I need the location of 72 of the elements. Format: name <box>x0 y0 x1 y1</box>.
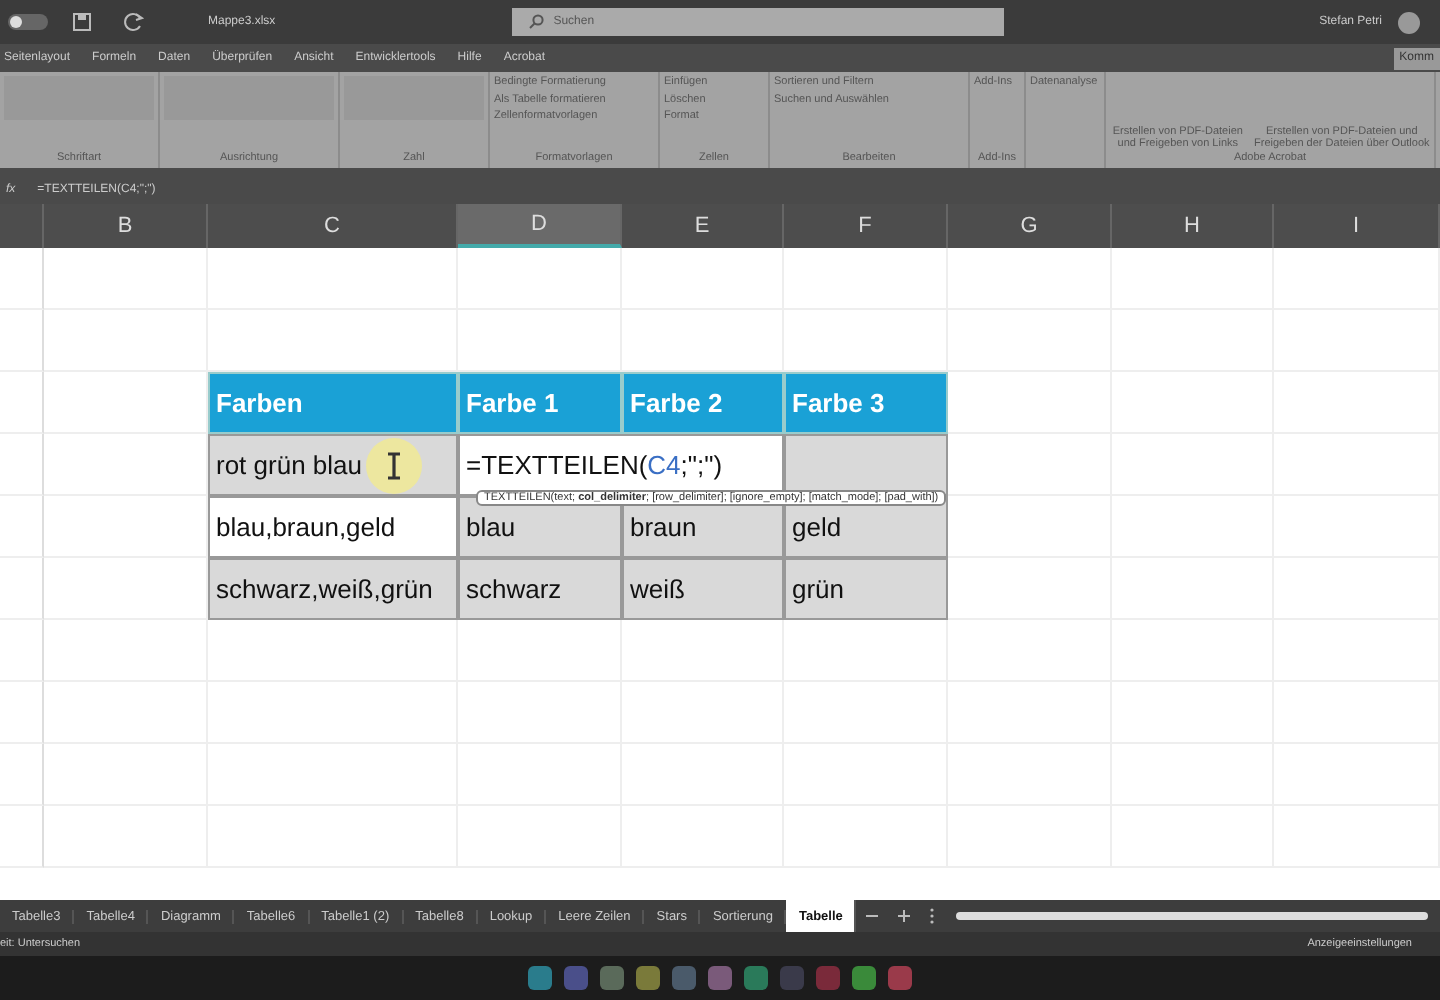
row-header[interactable] <box>0 806 44 868</box>
table-header-cell: Farbe 3 <box>784 372 948 434</box>
row-header[interactable] <box>0 620 44 682</box>
table-header-cell: Farbe 2 <box>622 372 784 434</box>
table-cell: schwarz <box>458 558 622 620</box>
autosave-toggle[interactable] <box>8 14 48 30</box>
row-header[interactable] <box>0 496 44 558</box>
table-cell: weiß <box>622 558 784 620</box>
grid-cell[interactable] <box>622 620 784 682</box>
search-icon <box>527 14 544 30</box>
grid-cell[interactable] <box>948 372 1112 434</box>
taskbar-icon[interactable] <box>888 966 912 990</box>
avatar[interactable] <box>1398 11 1420 33</box>
grid-cell[interactable] <box>1274 248 1440 310</box>
grid-cell[interactable] <box>948 248 1112 310</box>
table-cell: blau,braun,geld <box>208 496 458 558</box>
row-header[interactable] <box>0 248 44 310</box>
taskbar-icon[interactable] <box>564 966 588 990</box>
column-header[interactable]: I <box>1274 204 1440 248</box>
row-header[interactable] <box>0 682 44 744</box>
column-header[interactable]: H <box>1112 204 1274 248</box>
cursor-highlight <box>366 438 422 494</box>
taskbar-icon[interactable] <box>852 966 876 990</box>
column-header[interactable]: B <box>44 204 208 248</box>
taskbar-icon[interactable] <box>744 966 768 990</box>
taskbar-icon[interactable] <box>708 966 732 990</box>
column-header[interactable]: G <box>948 204 1112 248</box>
grid-cell[interactable] <box>44 620 208 682</box>
grid-cell[interactable] <box>44 248 208 310</box>
grid-cell[interactable] <box>948 620 1112 682</box>
grid-cell[interactable] <box>948 558 1112 620</box>
grid-cell[interactable] <box>784 248 948 310</box>
column-header[interactable]: D <box>458 204 622 248</box>
horizontal-scrollbar[interactable] <box>956 912 1428 920</box>
taskbar-icon[interactable] <box>636 966 660 990</box>
grid-cell[interactable] <box>1112 248 1274 310</box>
column-header[interactable]: C <box>208 204 458 248</box>
grid-cell[interactable] <box>948 434 1112 496</box>
row-header[interactable] <box>0 558 44 620</box>
taskbar-icon[interactable] <box>672 966 696 990</box>
grid-cell[interactable] <box>208 248 458 310</box>
grid-cell[interactable] <box>44 310 208 372</box>
save-icon[interactable] <box>72 12 92 32</box>
grid-cell[interactable] <box>948 310 1112 372</box>
table-cell: grün <box>784 558 948 620</box>
column-header[interactable]: E <box>622 204 784 248</box>
row-header[interactable] <box>0 744 44 806</box>
table-header-cell: Farbe 1 <box>458 372 622 434</box>
table-cell: rot grün blau <box>208 434 458 496</box>
table-header-cell: Farben <box>208 372 458 434</box>
taskbar-icon[interactable] <box>816 966 840 990</box>
more-icon[interactable] <box>928 908 937 924</box>
column-header[interactable]: F <box>784 204 948 248</box>
grid-cell[interactable] <box>784 620 948 682</box>
text-cursor-icon <box>386 452 402 480</box>
taskbar-icon[interactable] <box>528 966 552 990</box>
grid-cell[interactable] <box>458 620 622 682</box>
redo-icon[interactable] <box>124 12 144 32</box>
grid-cell[interactable] <box>208 620 458 682</box>
grid-cell[interactable] <box>44 682 208 744</box>
grid-cell[interactable] <box>44 806 208 868</box>
grid-cell[interactable] <box>458 248 622 310</box>
add-sheet-icon[interactable] <box>896 908 913 924</box>
grid-cell[interactable] <box>44 744 208 806</box>
grid-cell[interactable] <box>948 496 1112 558</box>
grid-cell[interactable] <box>622 248 784 310</box>
row-header[interactable] <box>0 434 44 496</box>
table-cell: schwarz,weiß,grün <box>208 558 458 620</box>
row-header[interactable] <box>0 372 44 434</box>
select-all-corner[interactable] <box>0 204 44 248</box>
row-header[interactable] <box>0 310 44 372</box>
taskbar-icon[interactable] <box>600 966 624 990</box>
